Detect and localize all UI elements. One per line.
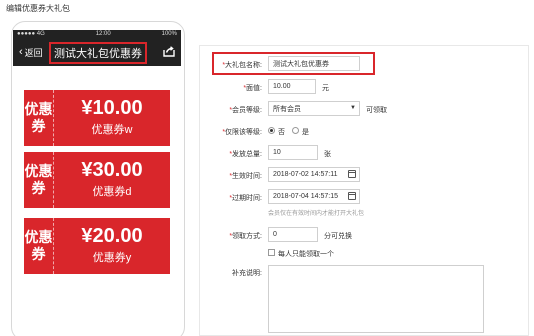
claim-method-label-text: 领取方式: xyxy=(232,233,262,240)
calendar-icon[interactable] xyxy=(348,170,356,178)
nav-title: 测试大礼包优惠券 xyxy=(54,48,142,60)
coupon-card[interactable]: 优惠 券 ¥20.00 优惠券y xyxy=(24,218,170,274)
coupon-amount: ¥20.00 xyxy=(81,225,143,247)
member-level-label-text: 会员等级: xyxy=(232,107,262,114)
total-label: *发放总量: xyxy=(229,151,262,158)
end-time-label: *过期时间: xyxy=(229,195,262,202)
coupon-tag-line2: 券 xyxy=(31,180,46,196)
calendar-icon[interactable] xyxy=(348,192,356,200)
coupon-card[interactable]: 优惠 券 ¥10.00 优惠券w xyxy=(24,90,170,146)
nav-title-highlight: 测试大礼包优惠券 xyxy=(49,42,147,64)
coupon-amount: ¥30.00 xyxy=(81,159,143,181)
end-time-label-text: 过期时间: xyxy=(232,195,262,202)
nav-bar: ‹ 返回 测试大礼包优惠券 xyxy=(13,38,181,66)
back-label: 返回 xyxy=(24,47,43,58)
once-per-person-checkbox[interactable] xyxy=(268,249,275,256)
end-time-input[interactable]: 2018-07-04 14:57:15 xyxy=(268,189,360,204)
limit-member-label-text: 仅限该等级: xyxy=(225,129,262,136)
limit-yes-label: 是 xyxy=(302,129,309,136)
claim-points-unit: 分可兑换 xyxy=(324,233,352,240)
battery-indicator: 100% xyxy=(161,31,177,37)
coupon-tag: 优惠 券 xyxy=(24,90,54,146)
start-time-label: *生效时间: xyxy=(229,173,262,180)
status-time: 12:00 xyxy=(95,31,111,37)
remark-textarea[interactable] xyxy=(268,265,484,333)
coupon-tag-line2: 券 xyxy=(31,118,46,134)
limit-no-radio[interactable] xyxy=(268,127,275,134)
limit-member-label: *仅限该等级: xyxy=(222,129,262,136)
start-time-label-text: 生效时间: xyxy=(232,173,262,180)
claim-method-label: *领取方式: xyxy=(229,233,262,240)
limit-no-label: 否 xyxy=(278,129,285,136)
total-label-text: 发放总量: xyxy=(232,151,262,158)
remark-label-text: 补充说明: xyxy=(232,270,262,277)
coupon-tag: 优惠 券 xyxy=(24,152,54,208)
start-time-input[interactable]: 2018-07-02 14:57:11 xyxy=(268,167,360,182)
back-button[interactable]: ‹ 返回 xyxy=(19,38,43,66)
share-icon[interactable] xyxy=(163,45,175,57)
coupon-tag-line1: 优惠 xyxy=(24,229,53,245)
face-value-label: *面值: xyxy=(243,85,262,92)
coupon-tag-line1: 优惠 xyxy=(24,163,53,179)
once-per-person-label: 每人只能领取一个 xyxy=(278,251,334,258)
signal-indicator: ●●●●● 4G xyxy=(17,31,45,37)
member-level-label: *会员等级: xyxy=(229,107,262,114)
coupon-label: 优惠券y xyxy=(92,252,132,264)
end-time-hint: 会员仅在有效时间内才能打开大礼包 xyxy=(268,211,365,217)
coupon-card[interactable]: 优惠 券 ¥30.00 优惠券d xyxy=(24,152,170,208)
coupon-tag: 优惠 券 xyxy=(24,218,54,274)
total-input[interactable]: 10 xyxy=(268,145,318,160)
name-input[interactable]: 测试大礼包优惠券 xyxy=(268,56,360,71)
member-level-suffix: 可领取 xyxy=(366,107,387,114)
coupon-tag-line2: 券 xyxy=(31,246,46,262)
remark-label: 补充说明: xyxy=(198,268,262,278)
face-value-input[interactable]: 10.00 xyxy=(268,79,316,94)
claim-points-input[interactable]: 0 xyxy=(268,227,318,242)
chevron-down-icon: ▼ xyxy=(350,105,356,111)
status-bar: ●●●●● 4G 12:00 100% xyxy=(13,30,181,38)
member-level-select[interactable]: 所有会员 ▼ xyxy=(268,101,360,116)
face-value-label-text: 面值: xyxy=(246,85,262,92)
coupon-label: 优惠券d xyxy=(92,186,132,198)
page-title: 编辑优惠券大礼包 xyxy=(6,4,70,13)
total-unit: 张 xyxy=(324,151,331,158)
member-level-value: 所有会员 xyxy=(273,105,301,113)
name-label: *大礼包名称: xyxy=(222,62,262,69)
name-label-text: 大礼包名称: xyxy=(225,62,262,69)
coupon-amount: ¥10.00 xyxy=(81,97,143,119)
chevron-left-icon: ‹ xyxy=(19,46,23,58)
coupon-label: 优惠券w xyxy=(91,124,133,136)
face-value-unit: 元 xyxy=(322,85,329,92)
limit-yes-radio[interactable] xyxy=(292,127,299,134)
coupon-tag-line1: 优惠 xyxy=(24,101,53,117)
